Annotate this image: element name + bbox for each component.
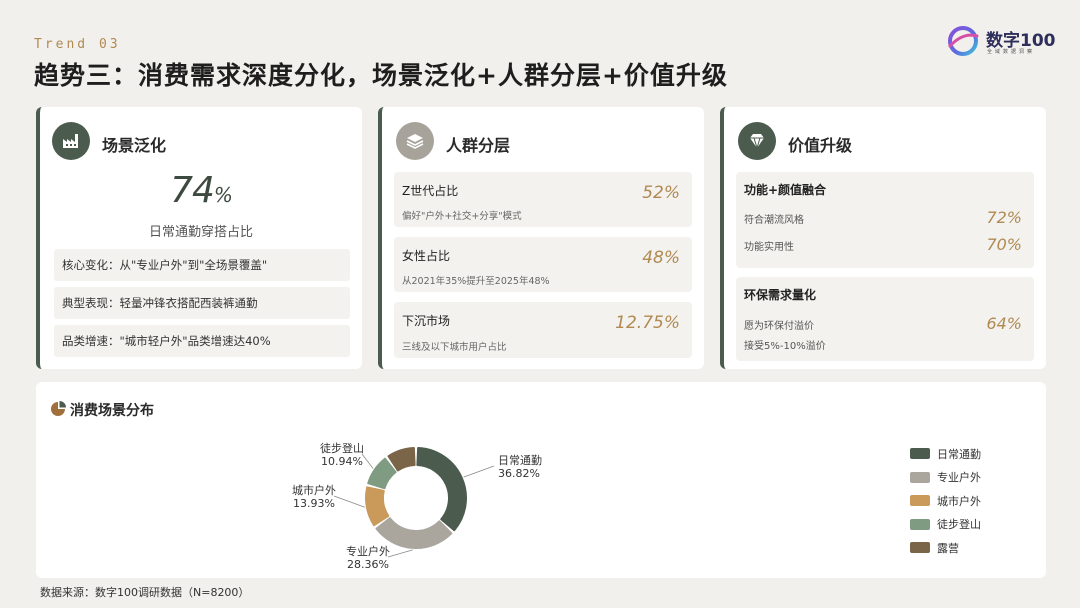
legend-swatch xyxy=(910,495,930,507)
value-box-title: 环保需求量化 xyxy=(744,288,817,302)
stat-label: 下沉市场 xyxy=(402,314,451,328)
legend-swatch xyxy=(910,542,930,554)
leader-line xyxy=(387,549,413,558)
value-card: 价值升级 功能+颜值融合 符合潮流风格 72% 功能实用性 70% 环保需求量化… xyxy=(720,107,1046,369)
trend-label: Trend 03 xyxy=(34,37,121,52)
data-source: 数据来源：数字100调研数据（N=8200） xyxy=(40,586,250,599)
value-row-label: 接受5%-10%溢价 xyxy=(744,341,826,352)
legend-item: 日常通勤 xyxy=(910,442,981,466)
slice-value-label: 28.36% xyxy=(347,558,389,571)
legend-item: 露营 xyxy=(910,536,981,560)
value-row-label: 功能实用性 xyxy=(744,242,794,253)
leader-line xyxy=(333,495,365,508)
legend-swatch xyxy=(910,471,930,483)
scene-card: 场景泛化 74% 日常通勤穿搭占比 核心变化：从"专业户外"到"全场景覆盖" 典… xyxy=(36,107,362,369)
value-row-value: 64% xyxy=(986,314,1022,333)
slice-value-label: 36.82% xyxy=(498,467,540,480)
value-card-title: 价值升级 xyxy=(788,136,853,155)
legend-label: 露营 xyxy=(937,541,959,555)
slice-category-label: 日常通勤 xyxy=(498,454,542,467)
stat-value: 12.75% xyxy=(615,313,680,333)
value-box-function: 功能+颜值融合 符合潮流风格 72% 功能实用性 70% xyxy=(736,172,1034,268)
leader-line xyxy=(463,465,495,478)
scene-card-title: 场景泛化 xyxy=(102,136,167,155)
legend-item: 城市户外 xyxy=(910,489,981,513)
brand-logo: 数字100 全域数据洞察 xyxy=(946,24,1056,60)
slice-category-label: 城市户外 xyxy=(292,483,336,497)
scene-big-desc: 日常通勤穿搭占比 xyxy=(148,225,253,240)
chart-card: 消费场景分布 日常通勤 36.82% 专业户外 28.36% 城市户外 13.93% 徒步登… xyxy=(36,382,1046,578)
slice-category-label: 徒步登山 xyxy=(320,441,364,455)
value-row-value: 70% xyxy=(986,235,1022,254)
scene-big-number: 74 xyxy=(170,170,215,211)
stat-box-lowertier: 下沉市场 三线及以下城市用户占比 12.75% xyxy=(394,302,692,358)
scene-row: 品类增速："城市轻户外"品类增速达40% xyxy=(54,325,350,357)
legend-label: 徒步登山 xyxy=(937,518,981,532)
value-box-title: 功能+颜值融合 xyxy=(744,183,827,197)
chart-legend: 日常通勤专业户外城市户外徒步登山露营 xyxy=(910,442,981,560)
scene-row: 核心变化：从"专业户外"到"全场景覆盖" xyxy=(54,249,350,281)
legend-label: 日常通勤 xyxy=(937,447,981,461)
legend-label: 城市户外 xyxy=(937,494,981,508)
stat-sub: 从2021年35%提升至2025年48% xyxy=(402,276,550,287)
value-row-label: 符合潮流风格 xyxy=(744,215,804,226)
stat-label: 女性占比 xyxy=(402,249,451,263)
value-row-label: 愿为环保付溢价 xyxy=(744,321,814,332)
page-title: 趋势三：消费需求深度分化，场景泛化+人群分层+价值升级 xyxy=(34,61,728,90)
chart-title: 消费场景分布 xyxy=(70,403,154,419)
slice-value-label: 13.93% xyxy=(293,497,335,510)
legend-swatch xyxy=(910,518,930,530)
stat-box-female: 女性占比 从2021年35%提升至2025年48% 48% xyxy=(394,237,692,292)
donut-slice xyxy=(416,447,467,532)
donut-slice xyxy=(365,486,390,527)
slice-category-label: 专业户外 xyxy=(346,544,390,558)
people-card: 人群分层 Z世代占比 偏好"户外+社交+分享"模式 52% 女性占比 从2021… xyxy=(378,107,704,369)
legend-item: 专业户外 xyxy=(910,466,981,490)
scene-row: 典型表现：轻量冲锋衣搭配西装裤通勤 xyxy=(54,287,350,319)
donut-chart: 日常通勤36.82% 专业户外28.36% 城市户外13.93% 徒步登山10.94% xyxy=(292,441,542,571)
logo-mark-icon xyxy=(948,26,979,56)
scene-big-value: 74% xyxy=(40,170,362,211)
value-box-eco: 环保需求量化 愿为环保付溢价 64% 接受5%-10%溢价 xyxy=(736,277,1034,361)
legend-label: 专业户外 xyxy=(937,471,981,485)
value-row-value: 72% xyxy=(986,208,1022,227)
people-card-title: 人群分层 xyxy=(446,136,511,155)
scene-big-unit: % xyxy=(213,183,233,207)
legend-item: 徒步登山 xyxy=(910,513,981,537)
donut-slice xyxy=(375,517,453,549)
stat-sub: 偏好"户外+社交+分享"模式 xyxy=(402,211,522,222)
slice-value-label: 10.94% xyxy=(321,455,363,468)
stat-sub: 三线及以下城市用户占比 xyxy=(402,342,507,353)
stat-box-genz: Z世代占比 偏好"户外+社交+分享"模式 52% xyxy=(394,172,692,227)
donut-slice xyxy=(367,457,397,490)
stat-label: Z世代占比 xyxy=(402,184,459,198)
stat-value: 48% xyxy=(642,248,680,268)
diamond-icon xyxy=(738,122,776,160)
logo-subtitle: 全域数据洞察 xyxy=(987,49,1036,55)
stat-value: 52% xyxy=(642,183,680,203)
legend-swatch xyxy=(910,448,930,460)
factory-icon xyxy=(52,122,90,160)
pie-chart-icon xyxy=(51,401,66,416)
layers-icon xyxy=(396,122,434,160)
leader-line xyxy=(361,453,374,469)
